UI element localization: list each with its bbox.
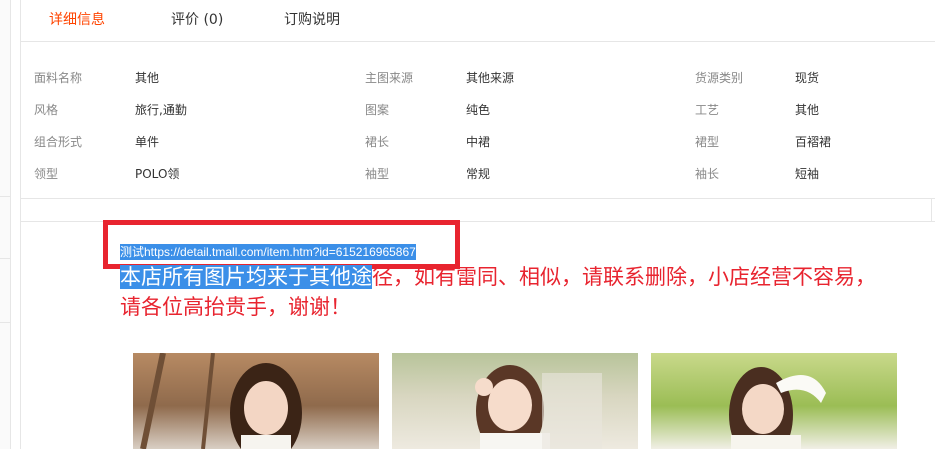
attribute-label: 面料名称 <box>34 71 83 85</box>
attribute-label: 裙型 <box>695 135 720 149</box>
product-photo-1[interactable] <box>133 353 379 449</box>
attribute-row: 组合形式 单件 裙长 中裙 裙型 百褶裙 <box>21 133 935 153</box>
attribute-value: 单件 <box>135 135 160 149</box>
attribute-value: 短袖 <box>795 167 820 181</box>
rail-divider <box>0 196 11 197</box>
product-attributes: 面料名称 其他 主图来源 其他来源 货源类别 现货 风格 旅行,通勤 图案 纯色… <box>21 42 935 199</box>
attribute-value: POLO领 <box>135 167 180 181</box>
attribute-row: 领型 POLO领 袖型 常规 袖长 短袖 <box>21 165 935 185</box>
attribute-value: 其他 <box>135 71 160 85</box>
attribute-row: 面料名称 其他 主图来源 其他来源 货源类别 现货 <box>21 69 935 89</box>
rail-divider <box>0 322 11 323</box>
model-illustration <box>729 367 826 449</box>
attribute-label: 图案 <box>365 103 390 117</box>
detail-tabbar: 详细信息 评价 (0) 订购说明 <box>21 0 935 42</box>
attribute-value: 百褶裙 <box>795 135 832 149</box>
attribute-label: 裙长 <box>365 135 390 149</box>
model-illustration <box>475 365 602 449</box>
left-sidebar-rail <box>0 0 11 449</box>
attribute-label: 领型 <box>34 167 59 181</box>
attribute-label: 风格 <box>34 103 59 117</box>
tab-details[interactable]: 详细信息 <box>49 9 105 29</box>
copyright-notice: 本店所有图片均来于其他途径，如有雷同、相似，请联系删除，小店经营不容易，请各位高… <box>120 262 880 322</box>
panel-edge <box>931 199 932 221</box>
product-photo-2[interactable] <box>392 353 638 449</box>
notice-selected-text: 本店所有图片均来于其他途 <box>120 265 372 289</box>
attribute-label: 袖长 <box>695 167 720 181</box>
tab-order-notes[interactable]: 订购说明 <box>284 9 340 29</box>
product-photo-3[interactable] <box>651 353 897 449</box>
attribute-label: 工艺 <box>695 103 720 117</box>
attribute-label: 货源类别 <box>695 71 744 85</box>
rail-divider <box>0 258 11 259</box>
attribute-value: 常规 <box>466 167 491 181</box>
attribute-value: 其他来源 <box>466 71 515 85</box>
tab-reviews[interactable]: 评价 (0) <box>171 9 223 29</box>
model-illustration <box>140 353 302 449</box>
attribute-value: 中裙 <box>466 135 491 149</box>
attribute-label: 主图来源 <box>365 71 414 85</box>
attribute-value: 旅行,通勤 <box>135 103 187 117</box>
attribute-value: 纯色 <box>466 103 491 117</box>
attribute-row: 风格 旅行,通勤 图案 纯色 工艺 其他 <box>21 101 935 121</box>
attribute-value: 其他 <box>795 103 820 117</box>
attribute-label: 组合形式 <box>34 135 83 149</box>
attribute-value: 现货 <box>795 71 820 85</box>
attribute-label: 袖型 <box>365 167 390 181</box>
